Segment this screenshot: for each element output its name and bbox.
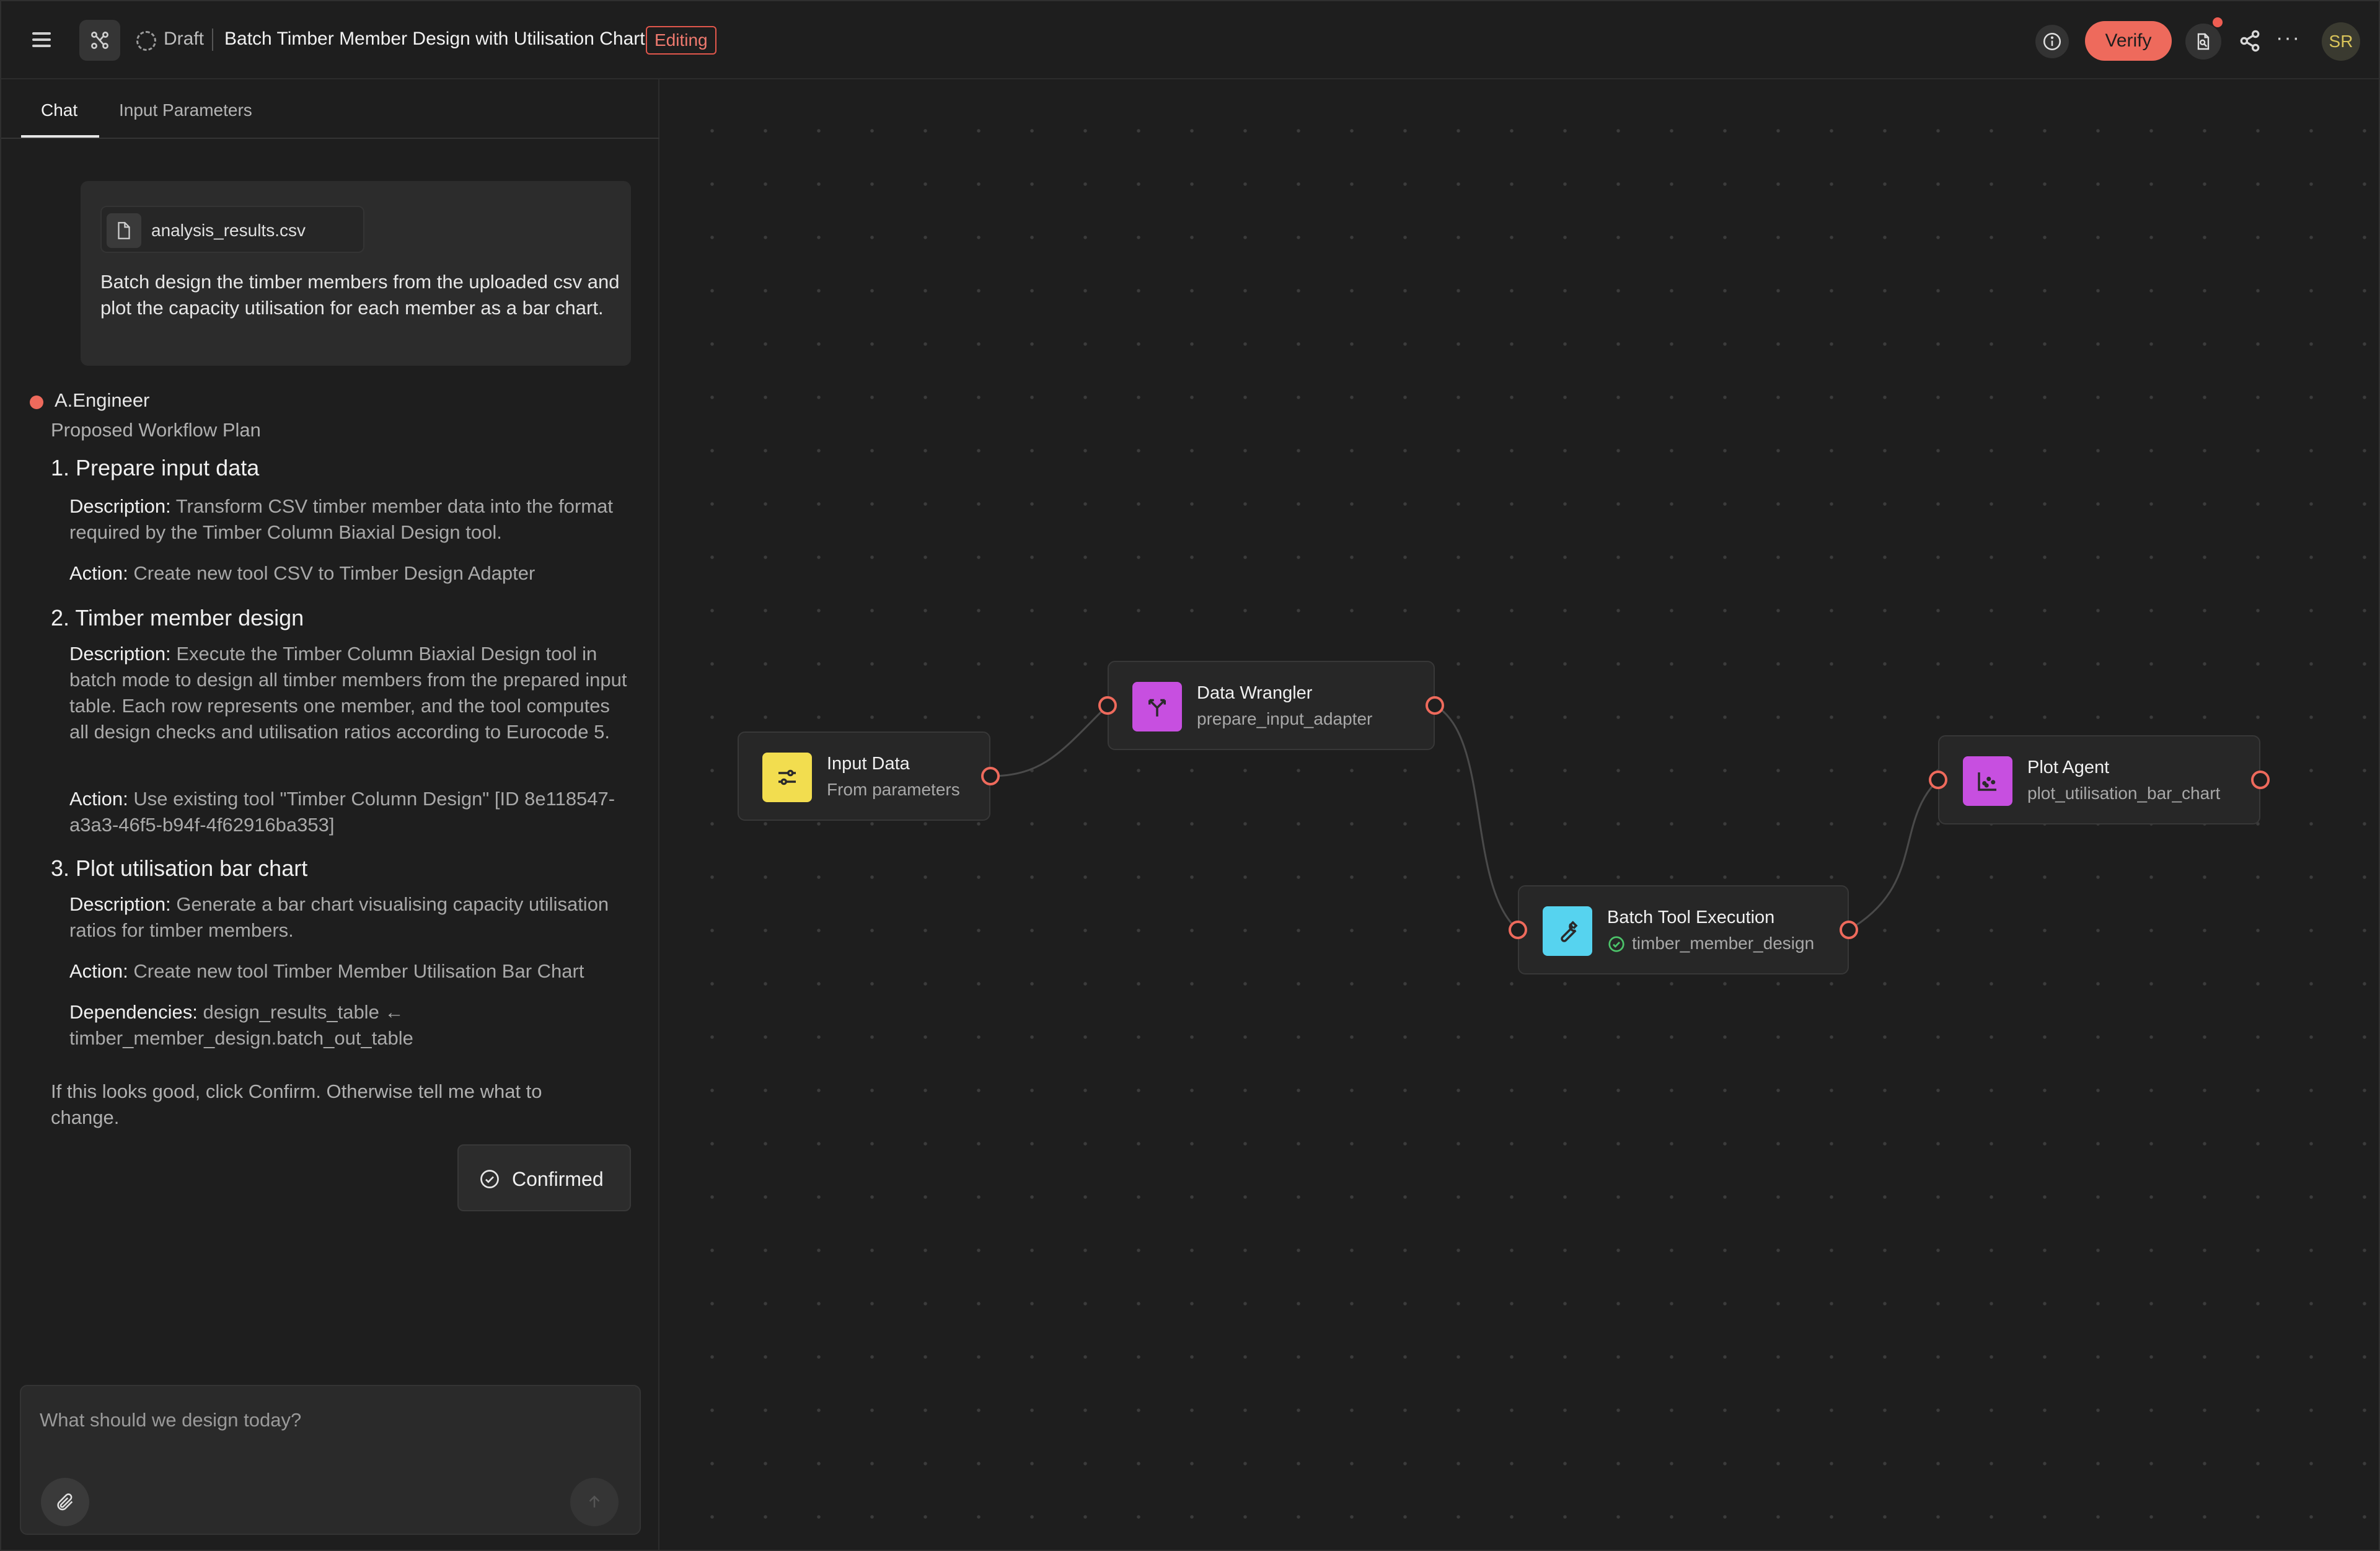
paperclip-icon [57, 1493, 73, 1511]
port-data-wrangler-out[interactable] [1426, 696, 1444, 715]
active-tab-indicator [21, 135, 99, 138]
step-3-heading: 3. Plot utilisation bar chart [51, 855, 308, 881]
node-subtitle: timber_member_design [1632, 934, 1815, 953]
step-2-heading: 2. Timber member design [51, 605, 304, 630]
notification-dot [2213, 17, 2223, 27]
port-data-wrangler-in[interactable] [1098, 696, 1117, 715]
node-data-wrangler[interactable]: Data Wrangler prepare_input_adapter [1108, 661, 1435, 750]
workflow-title[interactable]: Batch Timber Member Design with Utilisat… [224, 29, 645, 50]
chat-composer [20, 1385, 641, 1535]
attachment-chip[interactable]: analysis_results.csv [100, 206, 364, 253]
agent-name: A.Engineer [55, 389, 150, 411]
action-text: Create new tool Timber Member Utilisatio… [133, 960, 584, 982]
port-plot-agent-in[interactable] [1929, 771, 1947, 789]
port-batch-tool-out[interactable] [1840, 921, 1858, 939]
edge-wrangler-to-batch [1434, 704, 1518, 931]
description-label: Description: [69, 643, 171, 665]
description-label: Description: [69, 495, 171, 517]
step-1-description: Description: Transform CSV timber member… [69, 493, 627, 546]
draft-label: Draft [164, 29, 205, 49]
node-subtitle: plot_utilisation_bar_chart [2027, 784, 2221, 803]
sliders-icon [762, 753, 812, 802]
description-label: Description: [69, 893, 171, 915]
document-search-icon [2197, 33, 2210, 50]
chat-panel: Chat Input Parameters analysis_results.c… [1, 79, 659, 1550]
app-window: Draft Batch Timber Member Design with Ut… [0, 0, 2380, 1551]
workflow-logo-icon[interactable] [79, 20, 120, 61]
check-circle-icon [1608, 936, 1624, 952]
document-search-button[interactable] [2185, 24, 2221, 60]
dependencies-label: Dependencies: [69, 1001, 198, 1023]
confirmed-label: Confirmed [512, 1168, 604, 1190]
top-bar: Draft Batch Timber Member Design with Ut… [1, 1, 2379, 79]
node-subtitle: From parameters [827, 780, 960, 799]
info-icon [2043, 32, 2061, 51]
step-1-action: Action: Create new tool CSV to Timber De… [69, 560, 627, 586]
panel-tabs: Chat Input Parameters [1, 79, 659, 139]
step-1-heading: 1. Prepare input data [51, 455, 260, 480]
port-input-data-out[interactable] [981, 767, 1000, 785]
user-message-text: Batch design the timber members from the… [100, 271, 620, 319]
node-title: Plot Agent [2027, 758, 2110, 777]
plan-subtitle: Proposed Workflow Plan [51, 419, 261, 441]
editing-badge: Editing [646, 26, 716, 55]
tab-chat[interactable]: Chat [41, 100, 77, 120]
send-button[interactable] [570, 1478, 619, 1526]
node-title: Data Wrangler [1197, 683, 1313, 703]
user-message: analysis_results.csv Batch design the ti… [81, 181, 631, 366]
chat-input[interactable] [40, 1405, 622, 1436]
attach-button[interactable] [41, 1478, 89, 1526]
step-3-description: Description: Generate a bar chart visual… [69, 891, 627, 943]
step-3-action: Action: Create new tool Timber Member Ut… [69, 958, 627, 984]
action-text: Create new tool CSV to Timber Design Ada… [133, 562, 536, 584]
node-input-data[interactable]: Input Data From parameters [738, 731, 990, 821]
info-button[interactable] [2035, 25, 2069, 58]
action-label: Action: [69, 960, 128, 982]
hamburger-menu-icon[interactable] [29, 26, 56, 53]
more-options-icon[interactable]: ··· [2276, 26, 2301, 50]
node-batch-tool-execution[interactable]: Batch Tool Execution timber_member_desig… [1518, 885, 1849, 974]
node-title: Input Data [827, 754, 910, 774]
node-title: Batch Tool Execution [1607, 908, 1775, 927]
wrench-icon [1543, 906, 1592, 956]
tab-input-parameters[interactable]: Input Parameters [119, 100, 252, 120]
draft-status-icon [136, 31, 156, 51]
merge-icon [1132, 682, 1182, 731]
node-subtitle: prepare_input_adapter [1197, 709, 1373, 728]
port-batch-tool-in[interactable] [1509, 921, 1527, 939]
attachment-filename: analysis_results.csv [151, 221, 306, 240]
action-label: Action: [69, 788, 128, 810]
verify-button[interactable]: Verify [2085, 21, 2172, 61]
edge-input-to-wrangler [990, 704, 1109, 777]
edge-batch-to-plot [1848, 779, 1939, 931]
agent-closing-text: If this looks good, click Confirm. Other… [51, 1080, 542, 1128]
node-plot-agent[interactable]: Plot Agent plot_utilisation_bar_chart [1938, 735, 2260, 824]
arrow-up-icon [589, 1495, 600, 1508]
port-plot-agent-out[interactable] [2251, 771, 2270, 789]
title-separator [212, 29, 213, 51]
check-circle-icon [480, 1170, 499, 1188]
action-label: Action: [69, 562, 128, 584]
step-3-dependencies: Dependencies: design_results_table ← tim… [69, 999, 627, 1051]
step-2-description: Description: Execute the Timber Column B… [69, 641, 627, 745]
share-icon[interactable] [2236, 27, 2263, 55]
workflow-canvas[interactable]: Input Data From parameters Data Wrangler… [661, 79, 2379, 1550]
action-text: Use existing tool "Timber Column Design"… [69, 788, 615, 836]
user-avatar[interactable]: SR [2322, 22, 2360, 61]
step-2-action: Action: Use existing tool "Timber Column… [69, 786, 627, 838]
confirmed-button[interactable]: Confirmed [457, 1144, 631, 1211]
file-icon [107, 213, 141, 248]
agent-status-dot [30, 395, 43, 409]
scatter-chart-icon [1963, 756, 2012, 806]
